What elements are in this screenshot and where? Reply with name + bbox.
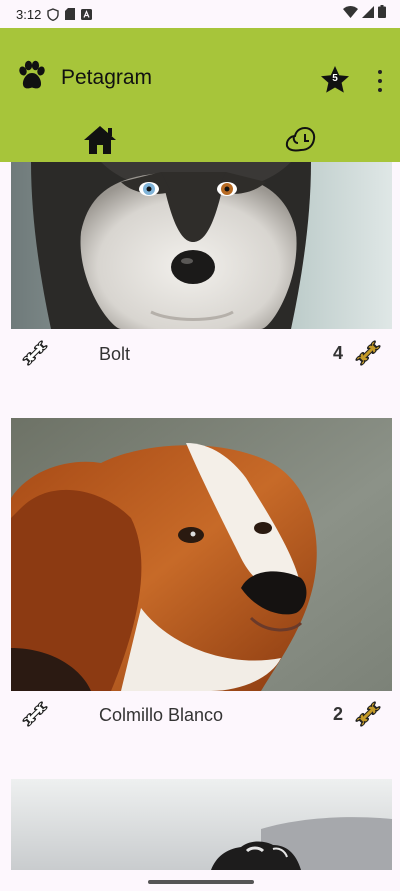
tab-profile[interactable]	[200, 118, 400, 162]
pet-name: Colmillo Blanco	[99, 705, 224, 725]
pet-likes-count: 2	[333, 704, 344, 724]
tab-bar	[0, 118, 400, 162]
app-title: Petagram	[61, 66, 153, 89]
pet-feed[interactable]: Bolt 4 Colmillo Blanco 2	[0, 162, 400, 870]
shield-icon	[47, 7, 60, 21]
sd-card-icon	[65, 8, 76, 20]
signal-icon	[362, 5, 374, 23]
wifi-icon	[343, 5, 358, 23]
bone-outline-icon[interactable]	[19, 337, 51, 369]
pet-name: Bolt	[99, 344, 131, 364]
dog-profile-icon	[285, 126, 316, 152]
bone-outline-icon[interactable]	[19, 698, 51, 730]
pet-info-row: Bolt 4	[11, 334, 392, 374]
favorites-count: 5	[332, 73, 338, 84]
pet-photo[interactable]	[11, 162, 392, 329]
toolbar: Petagram 5	[0, 28, 400, 128]
battery-icon	[378, 5, 386, 23]
keyboard-icon	[81, 8, 93, 20]
status-time: 3:12	[16, 6, 42, 22]
bone-filled-icon	[352, 698, 384, 730]
bone-filled-icon	[352, 337, 384, 369]
overflow-menu-icon[interactable]	[368, 70, 392, 92]
pet-likes-count: 4	[333, 343, 344, 363]
pet-photo[interactable]	[11, 779, 392, 870]
app-bar: Petagram 5	[0, 28, 400, 162]
home-icon	[84, 126, 116, 154]
gesture-nav-handle[interactable]	[148, 880, 254, 884]
paw-icon	[16, 60, 48, 92]
favorites-button[interactable]: 5	[319, 64, 351, 96]
pet-photo[interactable]	[11, 418, 392, 691]
pet-info-row: Colmillo Blanco 2	[11, 695, 392, 735]
status-bar: 3:12	[0, 0, 400, 28]
tab-home[interactable]	[0, 118, 200, 162]
